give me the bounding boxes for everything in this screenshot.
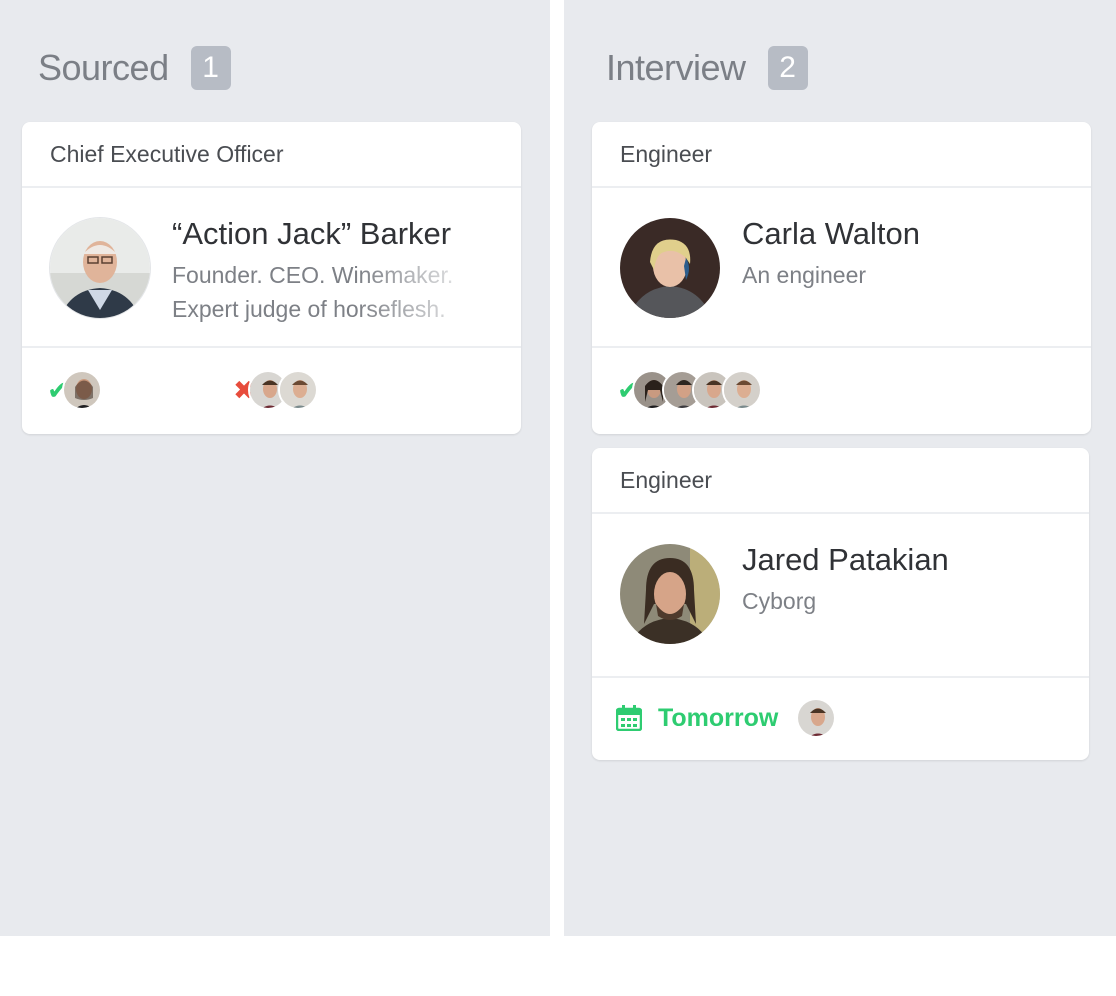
candidate-avatar[interactable] xyxy=(620,544,720,644)
candidate-card[interactable]: Chief Executive Officer “Action Jack” Ba… xyxy=(22,122,521,434)
candidate-name[interactable]: Carla Walton xyxy=(742,216,920,252)
card-body: “Action Jack” Barker Founder. CEO. Winem… xyxy=(22,188,521,348)
reviewer-avatar[interactable] xyxy=(278,370,318,410)
interview-schedule[interactable]: Tomorrow xyxy=(616,704,778,733)
approve-votes[interactable]: ✔ xyxy=(614,370,762,410)
pipeline-board: Sourced 1 Chief Executive Officer “Actio… xyxy=(0,0,1116,996)
candidate-description: Cyborg xyxy=(742,588,817,614)
card-role: Engineer xyxy=(592,448,1089,514)
calendar-icon xyxy=(616,705,642,731)
interviewer-avatar[interactable] xyxy=(796,698,836,738)
candidate-avatar[interactable] xyxy=(50,218,150,318)
reject-votes[interactable]: ✖ xyxy=(230,370,318,410)
card-role: Chief Executive Officer xyxy=(22,122,521,188)
column-sourced: Sourced 1 Chief Executive Officer “Actio… xyxy=(0,0,550,936)
column-title: Sourced xyxy=(38,47,169,88)
column-title: Interview xyxy=(606,47,746,88)
column-count-badge: 1 xyxy=(190,46,231,90)
column-header: Interview 2 xyxy=(606,46,808,90)
candidate-description: Founder. CEO. Winemaker. Expert judge of… xyxy=(172,262,454,322)
reviewer-avatar[interactable] xyxy=(62,370,102,410)
card-body: Carla Walton An engineer xyxy=(592,188,1091,348)
candidate-name[interactable]: “Action Jack” Barker xyxy=(172,216,451,252)
reviewer-avatar[interactable] xyxy=(722,370,762,410)
candidate-name[interactable]: Jared Patakian xyxy=(742,542,949,578)
column-interview: Interview 2 Engineer Carla Walton An eng… xyxy=(564,0,1116,936)
column-count-badge: 2 xyxy=(767,46,808,90)
column-header: Sourced 1 xyxy=(38,46,231,90)
schedule-label: Tomorrow xyxy=(658,703,779,732)
card-role: Engineer xyxy=(592,122,1091,188)
candidate-card[interactable]: Engineer Carla Walton An engineer ✔ xyxy=(592,122,1091,434)
card-body: Jared Patakian Cyborg xyxy=(592,514,1089,678)
candidate-avatar[interactable] xyxy=(620,218,720,318)
approve-votes[interactable]: ✔ xyxy=(44,370,102,410)
card-footer: Tomorrow xyxy=(592,678,1089,758)
card-footer: ✔ ✖ xyxy=(22,348,521,432)
card-footer: ✔ xyxy=(592,348,1091,432)
candidate-card[interactable]: Engineer Jared Patakian Cyborg Tomorrow xyxy=(592,448,1089,760)
candidate-description: An engineer xyxy=(742,262,867,288)
